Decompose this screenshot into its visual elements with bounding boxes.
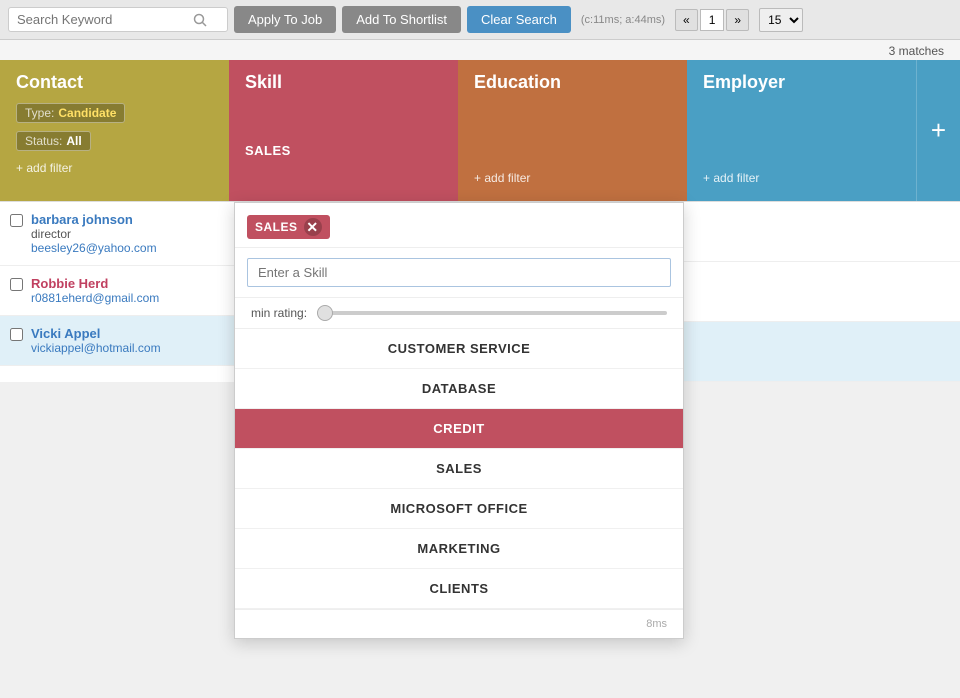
- skill-dropdown-header: SALES ✕: [235, 203, 683, 248]
- skill-list-item[interactable]: DATABASE: [235, 369, 683, 409]
- result-email-2[interactable]: r0881eherd@gmail.com: [31, 291, 159, 305]
- skill-dropdown-footer: 8ms: [235, 609, 683, 638]
- contact-title: Contact: [16, 72, 213, 93]
- rating-slider[interactable]: [317, 311, 667, 315]
- skill-search-input[interactable]: [247, 258, 671, 287]
- skill-rating-row: min rating:: [235, 298, 683, 329]
- apply-to-job-button[interactable]: Apply To Job: [234, 6, 336, 33]
- table-row: Vicki Appel vickiappel@hotmail.com: [0, 316, 244, 366]
- matches-area: 3 matches: [0, 40, 960, 60]
- contact-type-value: Candidate: [58, 106, 116, 120]
- skill-list-item[interactable]: MICROSOFT OFFICE: [235, 489, 683, 529]
- skill-active-tag-display: SALES: [245, 143, 442, 158]
- results-area: barbara johnson director beesley26@yahoo…: [0, 202, 960, 382]
- skill-list: CUSTOMER SERVICEDATABASECREDITSALESMICRO…: [235, 329, 683, 609]
- timing-label: (c:11ms; a:44ms): [581, 14, 665, 26]
- contact-add-filter[interactable]: + add filter: [16, 161, 213, 175]
- result-name-3[interactable]: Vicki Appel: [31, 326, 161, 341]
- per-page-select[interactable]: 15 25 50: [759, 8, 803, 32]
- add-filter-col-button[interactable]: +: [916, 60, 960, 201]
- skill-list-item[interactable]: MARKETING: [235, 529, 683, 569]
- prev-page-button[interactable]: «: [675, 9, 698, 31]
- skill-active-tag-label: SALES: [255, 220, 298, 234]
- skill-dropdown: SALES ✕ min rating: CUSTOMER SERVICEDATA…: [234, 202, 684, 639]
- skill-title: Skill: [245, 72, 442, 93]
- contact-type-label: Type:: [25, 106, 54, 120]
- skill-list-item[interactable]: CREDIT: [235, 409, 683, 449]
- filter-col-contact: Contact Type: Candidate Status: All + ad…: [0, 60, 229, 201]
- skill-rating-label: min rating:: [251, 306, 307, 320]
- skill-active-tag[interactable]: SALES ✕: [247, 215, 330, 239]
- contact-status-tag[interactable]: Status: All: [16, 131, 91, 151]
- next-page-button[interactable]: »: [726, 9, 749, 31]
- row-checkbox-3[interactable]: [10, 328, 23, 341]
- filter-col-education: Education + add filter: [458, 60, 687, 201]
- matches-label: 3 matches: [889, 44, 944, 58]
- result-info-2: Robbie Herd r0881eherd@gmail.com: [31, 276, 159, 305]
- result-email-3[interactable]: vickiappel@hotmail.com: [31, 341, 161, 355]
- result-name-1[interactable]: barbara johnson: [31, 212, 157, 227]
- plus-icon: +: [931, 115, 946, 146]
- skill-remove-button[interactable]: ✕: [304, 218, 322, 236]
- education-title: Education: [474, 72, 671, 93]
- filter-header: Contact Type: Candidate Status: All + ad…: [0, 60, 960, 202]
- skill-list-item[interactable]: CLIENTS: [235, 569, 683, 609]
- page-number: 1: [700, 9, 725, 31]
- contact-type-tag[interactable]: Type: Candidate: [16, 103, 125, 123]
- clear-search-button[interactable]: Clear Search: [467, 6, 571, 33]
- search-input[interactable]: [17, 12, 187, 27]
- search-icon: [193, 13, 207, 27]
- search-box: [8, 7, 228, 32]
- result-email-1[interactable]: beesley26@yahoo.com: [31, 241, 157, 255]
- skill-input-row: [235, 248, 683, 298]
- contact-status-label: Status:: [25, 134, 62, 148]
- result-info-3: Vicki Appel vickiappel@hotmail.com: [31, 326, 161, 355]
- pagination: « 1 »: [675, 9, 749, 31]
- filter-col-employer: Employer + add filter: [687, 60, 916, 201]
- per-page-selector: 15 25 50: [759, 8, 803, 32]
- skill-list-item[interactable]: SALES: [235, 449, 683, 489]
- employer-title: Employer: [703, 72, 900, 93]
- skill-footer-timing: 8ms: [646, 618, 667, 630]
- employer-add-filter[interactable]: + add filter: [703, 163, 900, 185]
- table-row: Robbie Herd r0881eherd@gmail.com: [0, 266, 244, 316]
- result-name-2[interactable]: Robbie Herd: [31, 276, 159, 291]
- add-to-shortlist-button[interactable]: Add To Shortlist: [342, 6, 461, 33]
- row-checkbox-2[interactable]: [10, 278, 23, 291]
- rating-thumb[interactable]: [317, 305, 333, 321]
- filter-col-skill: Skill SALES: [229, 60, 458, 201]
- row-checkbox-1[interactable]: [10, 214, 23, 227]
- skill-list-item[interactable]: CUSTOMER SERVICE: [235, 329, 683, 369]
- result-list: barbara johnson director beesley26@yahoo…: [0, 202, 245, 382]
- result-role-1: director: [31, 227, 157, 241]
- table-row: barbara johnson director beesley26@yahoo…: [0, 202, 244, 266]
- education-add-filter[interactable]: + add filter: [474, 163, 671, 185]
- contact-status-value: All: [66, 134, 81, 148]
- result-info-1: barbara johnson director beesley26@yahoo…: [31, 212, 157, 255]
- topbar: Apply To Job Add To Shortlist Clear Sear…: [0, 0, 960, 40]
